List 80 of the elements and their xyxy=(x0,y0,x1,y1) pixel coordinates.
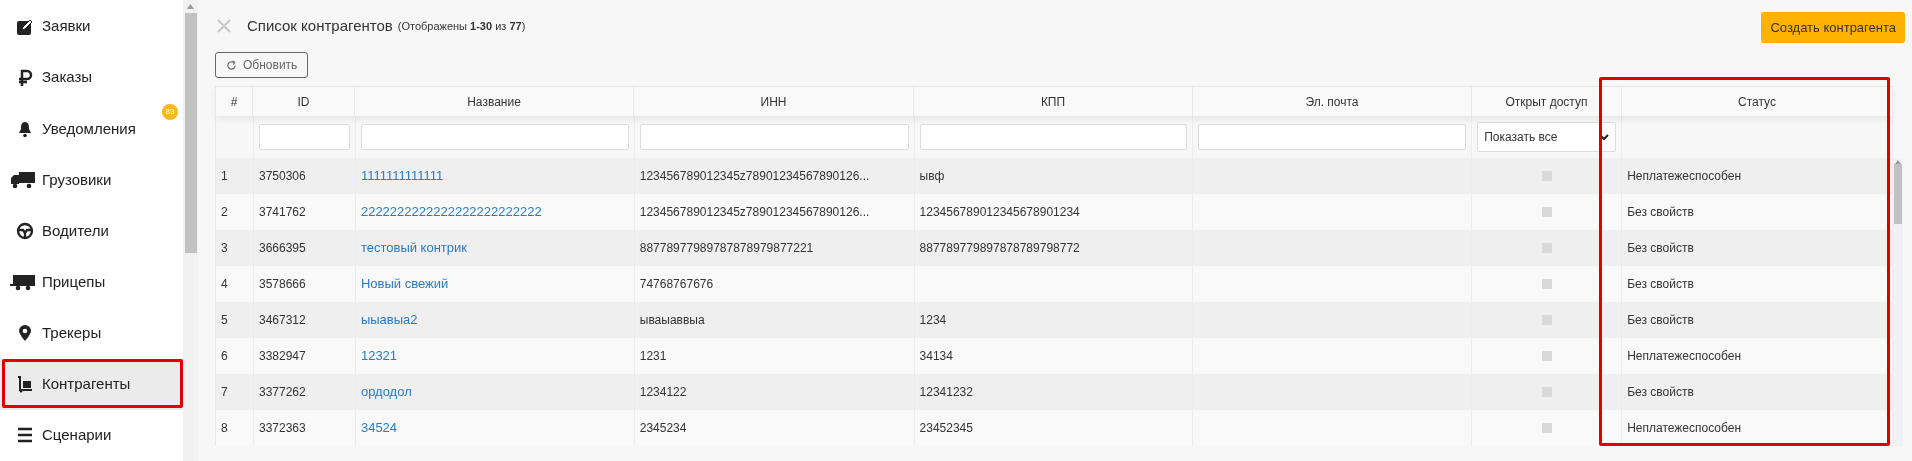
record-count: (Отображены 1-30 из 77) xyxy=(397,18,526,34)
table-cell-text: 7 xyxy=(221,384,228,401)
table-cell-text: 123456789012345678901234 xyxy=(919,204,1080,221)
table-cell-text: ываыаввыа xyxy=(639,312,705,329)
counterparty-link[interactable]: 2222222222222222222222222 xyxy=(360,202,542,222)
table-cell-text: 123456789012345z78901234567890126... xyxy=(639,204,870,221)
edit-icon xyxy=(16,17,34,36)
table-cell-text: Неплатежеспособен xyxy=(1627,420,1741,437)
sidebar-item[interactable]: Контрагенты xyxy=(0,358,183,410)
steering-wheel-icon xyxy=(16,222,34,240)
table-cell-text: 1234 xyxy=(919,312,947,329)
table-cell-text: 3750306 xyxy=(259,168,306,185)
table-cell-text: 1234122 xyxy=(639,384,687,401)
table-cell-text: 1 xyxy=(221,168,228,185)
table-cell-text: Неплатежеспособен xyxy=(1627,168,1741,185)
table-cell-text: 3741762 xyxy=(259,204,306,221)
hand-truck-icon xyxy=(16,375,34,394)
page-title: Список контрагентов xyxy=(247,15,393,36)
scrollbar-thumb[interactable] xyxy=(1894,164,1902,224)
table-cell-text: 887789779897878789798772 xyxy=(919,240,1080,257)
refresh-icon xyxy=(226,59,237,71)
table-cell-text: Без свойств xyxy=(1627,312,1694,329)
create-counterparty-button[interactable]: Создать контрагента xyxy=(1761,12,1905,43)
counterparty-link[interactable]: тестовый контрик xyxy=(360,238,467,258)
refresh-button[interactable]: Обновить xyxy=(215,52,309,78)
table-cell-text: 3666395 xyxy=(259,240,306,257)
table-cell-text: 4 xyxy=(221,276,228,293)
filter-field[interactable] xyxy=(1198,124,1467,150)
table-cell-text: 8 xyxy=(221,420,228,437)
truck-icon xyxy=(10,170,36,189)
table-cell-text: 12341232 xyxy=(919,384,973,401)
filter-field[interactable] xyxy=(639,124,909,150)
table-cell-text: 88778977989787878979877221 xyxy=(639,240,814,257)
table-cell-text: 123456789012345z78901234567890126... xyxy=(639,168,870,185)
table-cell-text: 5 xyxy=(221,312,228,329)
table-cell-text: 3467312 xyxy=(259,312,306,329)
table-cell-text: Без свойств xyxy=(1627,276,1694,293)
access-checkbox[interactable] xyxy=(1541,279,1552,289)
ruble-icon xyxy=(16,68,34,87)
counterparty-link[interactable]: 1111111111111 xyxy=(360,166,444,186)
sidebar-scrollbar[interactable] xyxy=(183,0,198,461)
table-cell-text: 3578666 xyxy=(259,276,306,293)
counterparty-link[interactable]: ыыавыа2 xyxy=(360,310,418,330)
table-cell-text: Неплатежеспособен xyxy=(1627,348,1741,365)
table-cell-text: ывф xyxy=(919,168,945,185)
table-cell-text: Без свойств xyxy=(1627,240,1694,257)
filter-field[interactable] xyxy=(259,124,350,150)
counterparty-link[interactable]: Новый свежий xyxy=(360,274,449,294)
access-checkbox[interactable] xyxy=(1541,423,1552,433)
access-checkbox[interactable] xyxy=(1541,351,1552,361)
trailer-icon xyxy=(10,273,36,292)
counterparty-link[interactable]: 12321 xyxy=(360,346,398,366)
close-icon[interactable] xyxy=(217,19,231,33)
menu-icon xyxy=(16,426,34,445)
table-cell-text: 2 xyxy=(221,204,228,221)
counterparty-link[interactable]: 34524 xyxy=(360,418,398,438)
table-cell-text: 23452345 xyxy=(919,420,973,437)
scroll-up-icon[interactable] xyxy=(187,4,194,9)
counterparty-link[interactable]: ордодол xyxy=(360,382,412,402)
filter-field[interactable] xyxy=(360,124,629,150)
map-pin-icon xyxy=(16,324,34,343)
table-cell-text: 2345234 xyxy=(639,420,687,437)
table-cell-text: Без свойств xyxy=(1627,384,1694,401)
access-checkbox[interactable] xyxy=(1541,207,1552,217)
table-cell-text: 3382947 xyxy=(259,348,306,365)
table-cell-text: 74768767676 xyxy=(639,276,714,293)
table-cell-text: 3377262 xyxy=(259,384,306,401)
scrollbar-thumb[interactable] xyxy=(184,13,197,253)
access-filter-dropdown[interactable]: Показать все xyxy=(1477,122,1617,152)
bell-icon xyxy=(16,119,34,138)
notification-count-badge: 83 xyxy=(162,104,178,121)
table-cell-text: 1231 xyxy=(639,348,667,365)
table-cell-text: Без свойств xyxy=(1627,204,1694,221)
table-cell-text: 3372363 xyxy=(259,420,306,437)
filter-field[interactable] xyxy=(919,124,1188,150)
chevron-down-icon xyxy=(1599,133,1610,141)
table-cell-text: 34134 xyxy=(919,348,953,365)
table-cell-text: 3 xyxy=(221,240,228,257)
table-cell-text: 6 xyxy=(221,348,228,365)
table-scrollbar[interactable] xyxy=(1893,158,1903,446)
